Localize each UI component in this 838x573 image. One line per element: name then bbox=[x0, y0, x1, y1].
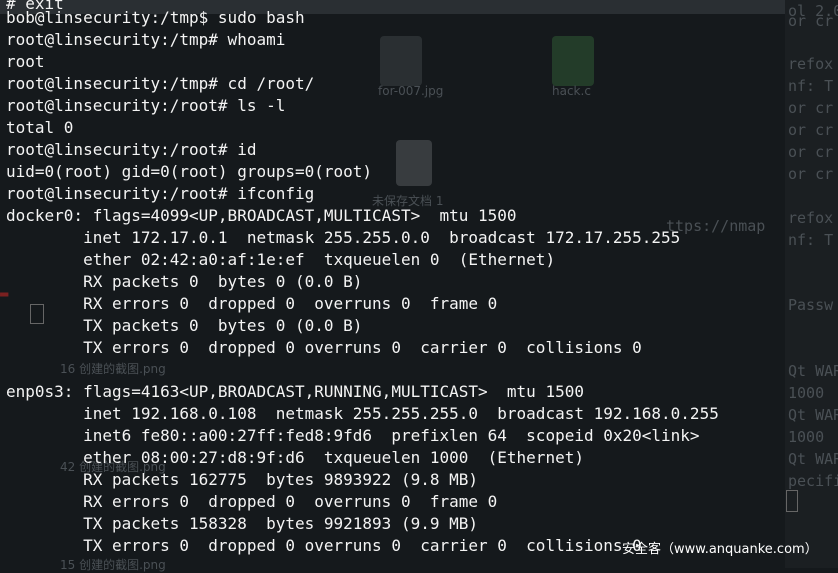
terminal-line: TX errors 0 dropped 0 overruns 0 carrier… bbox=[6, 536, 642, 555]
terminal-line: TX errors 0 dropped 0 overruns 0 carrier… bbox=[6, 338, 642, 357]
terminal-line: enp0s3: flags=4163<UP,BROADCAST,RUNNING,… bbox=[6, 382, 584, 401]
terminal-line: RX errors 0 dropped 0 overruns 0 frame 0 bbox=[6, 492, 498, 511]
terminal-line: RX packets 162775 bytes 9893922 (9.8 MB) bbox=[6, 470, 479, 489]
terminal-line: root@linsecurity:/tmp# cd /root/ bbox=[6, 74, 315, 93]
terminal-line: docker0: flags=4099<UP,BROADCAST,MULTICA… bbox=[6, 206, 517, 225]
terminal-line: inet6 fe80::a00:27ff:fed8:9fd6 prefixlen… bbox=[6, 426, 700, 445]
terminal-line: root@linsecurity:/tmp# whoami bbox=[6, 30, 286, 49]
terminal-line: TX packets 158328 bytes 9921893 (9.9 MB) bbox=[6, 514, 479, 533]
terminal-line: bob@linsecurity:/tmp$ sudo bash bbox=[6, 8, 305, 27]
site-watermark: 安全客（www.anquanke.com） bbox=[622, 542, 818, 557]
terminal-line: root bbox=[6, 52, 45, 71]
terminal-line: root@linsecurity:/root# id bbox=[6, 140, 257, 159]
terminal-line: ether 02:42:a0:af:1e:ef txqueuelen 0 (Et… bbox=[6, 250, 556, 269]
terminal-line: total 0 bbox=[6, 118, 74, 137]
terminal-line: RX errors 0 dropped 0 overruns 0 frame 0 bbox=[6, 294, 498, 313]
terminal-line: TX packets 0 bytes 0 (0.0 B) bbox=[6, 316, 363, 335]
terminal-line: root@linsecurity:/root# ls -l bbox=[6, 96, 286, 115]
terminal-output[interactable]: # exit bob@linsecurity:/tmp$ sudo bash r… bbox=[6, 0, 806, 568]
terminal-line: ether 08:00:27:d8:9f:d6 txqueuelen 1000 … bbox=[6, 448, 584, 467]
terminal-line: root@linsecurity:/root# ifconfig bbox=[6, 184, 315, 203]
terminal-line: RX packets 0 bytes 0 (0.0 B) bbox=[6, 272, 363, 291]
terminal-line: inet 172.17.0.1 netmask 255.255.0.0 broa… bbox=[6, 228, 681, 247]
terminal-line: uid=0(root) gid=0(root) groups=0(root) bbox=[6, 162, 373, 181]
terminal-line: inet 192.168.0.108 netmask 255.255.255.0… bbox=[6, 404, 719, 423]
